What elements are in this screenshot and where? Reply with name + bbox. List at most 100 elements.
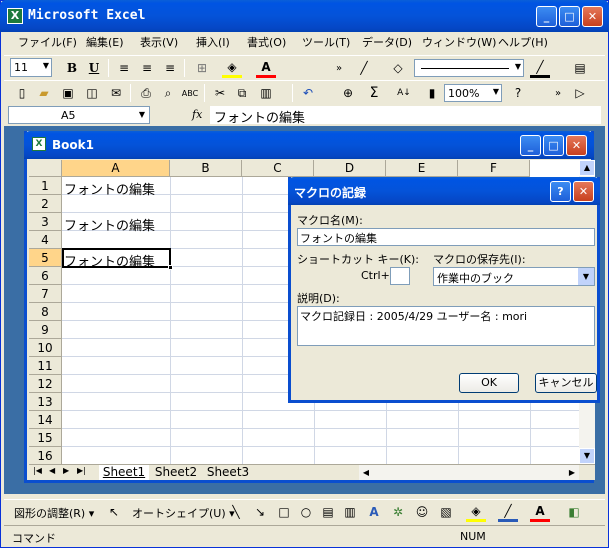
toolbar-options-icon[interactable]: » (548, 83, 568, 103)
picture-icon[interactable]: ▧ (436, 502, 456, 522)
macro-name-input[interactable]: フォントの編集 (297, 228, 595, 246)
zoom-select[interactable]: 100% ▼ (444, 84, 502, 102)
row-header[interactable]: 5 (29, 249, 62, 267)
draw-border-icon[interactable]: ╱ (354, 58, 374, 78)
row-header[interactable]: 12 (29, 375, 62, 393)
row-header[interactable]: 2 (29, 195, 62, 213)
align-right-icon[interactable]: ≡ (160, 58, 180, 78)
align-center-icon[interactable]: ≡ (137, 58, 157, 78)
align-left-icon[interactable]: ≡ (114, 58, 134, 78)
sheet-icon[interactable]: ▤ (570, 58, 590, 78)
copy-icon[interactable]: ⧉ (232, 83, 252, 103)
col-header-d[interactable]: D (314, 160, 386, 177)
maximize-button[interactable]: □ (559, 6, 580, 27)
description-textarea[interactable]: マクロ記録日 : 2005/4/29 ユーザー名 : mori (297, 306, 595, 346)
chart-wizard-icon[interactable]: ▮ (422, 83, 442, 103)
row-header[interactable]: 9 (29, 321, 62, 339)
menu-edit[interactable]: 編集(E) (86, 33, 124, 53)
row-header[interactable]: 4 (29, 231, 62, 249)
row-header[interactable]: 11 (29, 357, 62, 375)
help-icon[interactable]: ? (508, 83, 528, 103)
close-button[interactable]: ✕ (582, 6, 603, 27)
col-header-b[interactable]: B (170, 160, 242, 177)
save-icon[interactable]: ▣ (58, 83, 78, 103)
workbook-close-button[interactable]: ✕ (566, 135, 587, 156)
dialog-close-button[interactable]: ✕ (573, 181, 594, 202)
select-objects-icon[interactable]: ↖ (104, 502, 124, 522)
col-header-f[interactable]: F (458, 160, 530, 177)
arrow-icon[interactable]: ↘ (250, 502, 270, 522)
scroll-down-button[interactable]: ▼ (579, 448, 595, 464)
chevron-down-icon[interactable]: ▼ (43, 61, 49, 70)
row-header[interactable]: 3 (29, 213, 62, 231)
print-preview-icon[interactable]: ⌕ (158, 83, 178, 103)
bold-icon[interactable]: B (62, 58, 82, 78)
first-sheet-icon[interactable]: |◀ (33, 466, 42, 475)
menu-data[interactable]: データ(D) (362, 33, 412, 53)
vertical-textbox-icon[interactable]: ▥ (340, 502, 360, 522)
chevron-down-icon[interactable]: ▼ (493, 87, 499, 96)
scroll-up-button[interactable]: ▲ (579, 160, 595, 176)
workbook-minimize-button[interactable]: _ (520, 135, 541, 156)
open-icon[interactable]: ▰ (34, 83, 54, 103)
row-header[interactable]: 13 (29, 393, 62, 411)
draw-menu[interactable]: 図形の調整(R) ▾ (14, 505, 94, 521)
horizontal-scrollbar[interactable]: ◀ ▶ (359, 465, 579, 480)
oval-icon[interactable]: ○ (296, 502, 316, 522)
shortcut-key-input[interactable] (390, 267, 410, 285)
formula-input[interactable]: フォントの編集 (210, 106, 601, 126)
clipart-icon[interactable]: ☺ (412, 502, 432, 522)
sheet-tab-sheet1[interactable]: Sheet1 (99, 465, 149, 480)
fill-color-icon[interactable]: ◈ (466, 502, 486, 522)
dialog-help-button[interactable]: ? (550, 181, 571, 202)
function-icon[interactable]: fx (192, 108, 202, 121)
chevron-down-icon[interactable]: ▼ (515, 62, 521, 71)
sheet-tab-sheet2[interactable]: Sheet2 (151, 465, 201, 480)
row-header[interactable]: 14 (29, 411, 62, 429)
line-style-select[interactable]: ▼ (414, 59, 524, 77)
menu-format[interactable]: 書式(O) (247, 33, 286, 53)
row-header[interactable]: 6 (29, 267, 62, 285)
next-sheet-icon[interactable]: ▶ (63, 466, 69, 475)
col-header-c[interactable]: C (242, 160, 314, 177)
research-icon[interactable]: ▷ (570, 83, 590, 103)
sort-ascending-icon[interactable]: A↓ (394, 83, 414, 103)
store-macro-select[interactable]: 作業中のブック ▼ (433, 267, 595, 286)
sheet-tab-sheet3[interactable]: Sheet3 (203, 465, 253, 480)
line-color-icon[interactable]: ╱ (498, 502, 518, 522)
name-box[interactable]: A5 ▼ (8, 106, 150, 124)
ok-button[interactable]: OK (459, 373, 519, 393)
line-color-icon[interactable]: ╱ (530, 58, 550, 78)
menu-window[interactable]: ウィンドウ(W) (422, 33, 496, 53)
autosum-icon[interactable]: Σ (364, 83, 384, 103)
font-color-icon[interactable]: A (256, 58, 276, 78)
wordart-icon[interactable]: A (364, 502, 384, 522)
last-sheet-icon[interactable]: ▶| (77, 466, 86, 475)
scroll-right-button[interactable]: ▶ (565, 465, 579, 480)
hyperlink-icon[interactable]: ⊕ (338, 83, 358, 103)
cancel-button[interactable]: キャンセル (535, 373, 597, 393)
cell-a1[interactable]: フォントの編集 (64, 179, 155, 198)
row-header[interactable]: 1 (29, 177, 62, 195)
undo-icon[interactable]: ↶ (298, 83, 318, 103)
textbox-icon[interactable]: ▤ (318, 502, 338, 522)
menu-tools[interactable]: ツール(T) (302, 33, 350, 53)
minimize-button[interactable]: _ (536, 6, 557, 27)
cut-icon[interactable]: ✂ (210, 83, 230, 103)
diagram-icon[interactable]: ✲ (388, 502, 408, 522)
permission-icon[interactable]: ◫ (82, 83, 102, 103)
menu-view[interactable]: 表示(V) (140, 33, 178, 53)
row-header[interactable]: 10 (29, 339, 62, 357)
dialog-title-bar[interactable]: マクロの記録 ? ✕ (288, 177, 600, 205)
3d-style-icon[interactable]: ◧ (564, 502, 584, 522)
workbook-title-bar[interactable]: X Book1 _ □ ✕ (24, 131, 594, 159)
font-color-icon[interactable]: A (530, 502, 550, 522)
new-icon[interactable]: ▯ (12, 83, 32, 103)
eraser-icon[interactable]: ◇ (388, 58, 408, 78)
fill-color-icon[interactable]: ◈ (222, 58, 242, 78)
menu-help[interactable]: ヘルプ(H) (498, 33, 548, 53)
row-header[interactable]: 16 (29, 447, 62, 464)
row-header[interactable]: 15 (29, 429, 62, 447)
col-header-e[interactable]: E (386, 160, 458, 177)
spelling-icon[interactable]: ABC (180, 83, 200, 103)
